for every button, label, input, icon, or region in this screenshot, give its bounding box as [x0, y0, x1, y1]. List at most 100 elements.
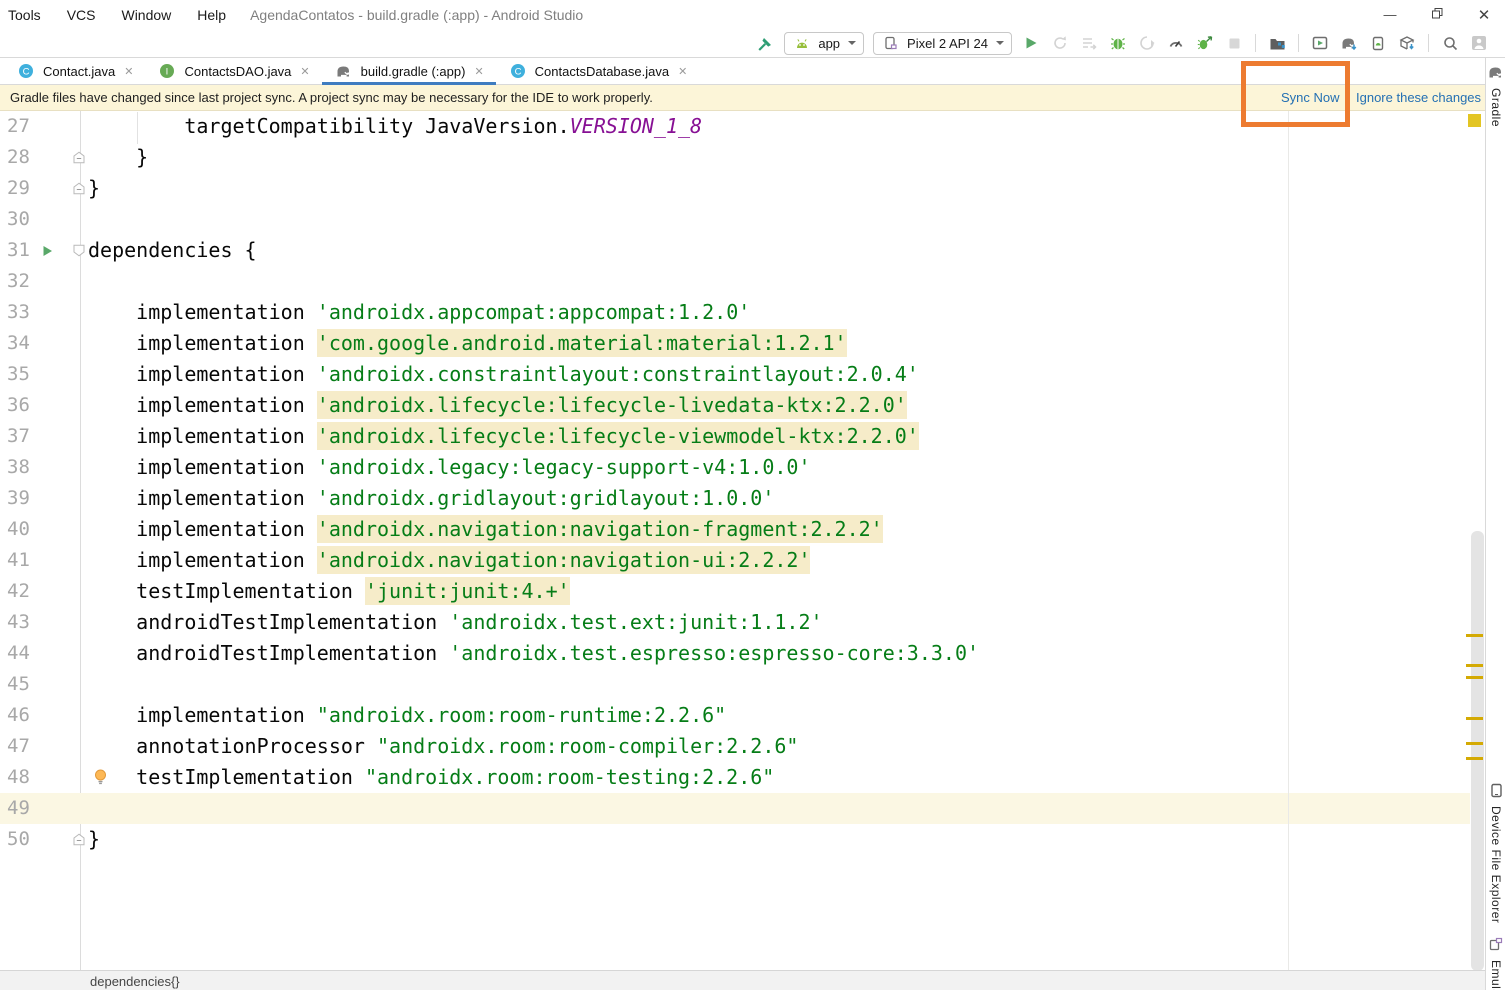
code-line[interactable]: 49	[0, 793, 1470, 824]
line-number[interactable]: 32	[7, 266, 30, 297]
tool-stripe-gradle[interactable]: Gradle	[1486, 62, 1505, 127]
tool-stripe-emulator[interactable]: Emulator	[1486, 934, 1505, 990]
code-line[interactable]: 40 implementation 'androidx.navigation:n…	[0, 514, 1470, 545]
fold-marker-icon[interactable]	[73, 244, 85, 262]
code-line[interactable]: 46 implementation "androidx.room:room-ru…	[0, 700, 1470, 731]
profile-gauge-icon[interactable]	[1166, 33, 1186, 53]
run-gutter-icon[interactable]	[42, 244, 53, 262]
code-line[interactable]: 42 testImplementation 'junit:junit:4.+'	[0, 576, 1470, 607]
tab-contact-java[interactable]: CContact.java✕	[4, 58, 145, 84]
tool-stripe-device-file-explorer[interactable]: Device File Explorer	[1486, 780, 1505, 923]
code-line[interactable]: 32	[0, 266, 1470, 297]
fold-marker-icon[interactable]	[73, 182, 85, 200]
code-line[interactable]: 39 implementation 'androidx.gridlayout:g…	[0, 483, 1470, 514]
code-text[interactable]: androidTestImplementation 'androidx.test…	[88, 607, 823, 638]
code-text[interactable]: annotationProcessor "androidx.room:room-…	[88, 731, 798, 762]
code-text[interactable]: dependencies {	[88, 235, 257, 266]
code-text[interactable]: androidTestImplementation 'androidx.test…	[88, 638, 979, 669]
fold-marker-icon[interactable]	[73, 833, 85, 851]
line-number[interactable]: 43	[7, 607, 30, 638]
code-line[interactable]: 41 implementation 'androidx.navigation:n…	[0, 545, 1470, 576]
line-number[interactable]: 45	[7, 669, 30, 700]
line-number[interactable]: 41	[7, 545, 30, 576]
code-text[interactable]: implementation 'androidx.lifecycle:lifec…	[88, 390, 907, 421]
code-text[interactable]: }	[88, 824, 100, 855]
line-number[interactable]: 44	[7, 638, 30, 669]
code-text[interactable]: implementation 'androidx.constraintlayou…	[88, 359, 919, 390]
avd-manager-icon[interactable]	[1310, 33, 1330, 53]
line-number[interactable]: 39	[7, 483, 30, 514]
code-text[interactable]: implementation 'com.google.android.mater…	[88, 328, 847, 359]
code-line[interactable]: 33 implementation 'androidx.appcompat:ap…	[0, 297, 1470, 328]
apply-code-changes-icon[interactable]	[1079, 33, 1099, 53]
code-line[interactable]: 35 implementation 'androidx.constraintla…	[0, 359, 1470, 390]
breadcrumb[interactable]: dependencies{}	[90, 974, 180, 989]
line-number[interactable]: 28	[7, 142, 30, 173]
menu-item-help[interactable]: Help	[197, 7, 226, 23]
apply-changes-icon[interactable]	[1050, 33, 1070, 53]
line-number[interactable]: 42	[7, 576, 30, 607]
code-text[interactable]: implementation 'androidx.navigation:navi…	[88, 545, 810, 576]
line-number[interactable]: 27	[7, 111, 30, 142]
code-line[interactable]: 37 implementation 'androidx.lifecycle:li…	[0, 421, 1470, 452]
retry-debugger-icon[interactable]	[1195, 33, 1215, 53]
line-number[interactable]: 37	[7, 421, 30, 452]
attach-profiler-icon[interactable]	[1137, 33, 1157, 53]
minimize-icon[interactable]: —	[1383, 7, 1397, 22]
line-number[interactable]: 33	[7, 297, 30, 328]
line-number[interactable]: 50	[7, 824, 30, 855]
close-icon[interactable]: ✕	[300, 65, 309, 78]
line-number[interactable]: 35	[7, 359, 30, 390]
menu-item-vcs[interactable]: VCS	[67, 7, 96, 23]
code-text[interactable]: implementation 'androidx.gridlayout:grid…	[88, 483, 774, 514]
code-line[interactable]: 50}	[0, 824, 1470, 855]
line-number[interactable]: 49	[7, 793, 30, 824]
code-line[interactable]: 47 annotationProcessor "androidx.room:ro…	[0, 731, 1470, 762]
line-number[interactable]: 48	[7, 762, 30, 793]
menu-item-tools[interactable]: Tools	[8, 7, 41, 23]
code-line[interactable]: 31 dependencies {	[0, 235, 1470, 266]
code-line[interactable]: 43 androidTestImplementation 'androidx.t…	[0, 607, 1470, 638]
code-editor[interactable]: 27 targetCompatibility JavaVersion.VERSI…	[0, 111, 1470, 855]
code-text[interactable]: implementation 'androidx.navigation:navi…	[88, 514, 883, 545]
code-text[interactable]: }	[88, 142, 148, 173]
restore-icon[interactable]	[1430, 7, 1444, 22]
profile-apk-folder-icon[interactable]	[1267, 33, 1287, 53]
code-line[interactable]: 44 androidTestImplementation 'androidx.t…	[0, 638, 1470, 669]
ignore-changes-link[interactable]: Ignore these changes	[1356, 90, 1481, 105]
inspection-status-square[interactable]	[1468, 114, 1481, 127]
tab-contactsdao-java[interactable]: IContactsDAO.java✕	[145, 58, 321, 84]
run-play-icon[interactable]	[1021, 33, 1041, 53]
profile-avatar-icon[interactable]	[1469, 33, 1489, 53]
code-line[interactable]: 36 implementation 'androidx.lifecycle:li…	[0, 390, 1470, 421]
code-line[interactable]: 34 implementation 'com.google.android.ma…	[0, 328, 1470, 359]
close-icon[interactable]: ✕	[124, 65, 133, 78]
code-line[interactable]: 38 implementation 'androidx.legacy:legac…	[0, 452, 1470, 483]
code-text[interactable]: }	[88, 173, 100, 204]
fold-marker-icon[interactable]	[73, 151, 85, 169]
code-line[interactable]: 29}	[0, 173, 1470, 204]
code-line[interactable]: 45	[0, 669, 1470, 700]
code-line[interactable]: 28 }	[0, 142, 1470, 173]
run-config-selector[interactable]: app	[784, 32, 864, 55]
code-line[interactable]: 30	[0, 204, 1470, 235]
device-selector[interactable]: Pixel 2 API 24	[873, 32, 1012, 55]
line-number[interactable]: 30	[7, 204, 30, 235]
tab-build-gradle-app-[interactable]: build.gradle (:app)✕	[322, 58, 496, 84]
code-text[interactable]: testImplementation "androidx.room:room-t…	[88, 762, 774, 793]
close-icon[interactable]: ✕	[1477, 6, 1491, 24]
editor-scrollbar[interactable]	[1471, 531, 1484, 971]
close-icon[interactable]: ✕	[474, 65, 483, 78]
line-number[interactable]: 47	[7, 731, 30, 762]
debug-bug-icon[interactable]	[1108, 33, 1128, 53]
code-text[interactable]: targetCompatibility JavaVersion.VERSION_…	[88, 111, 702, 142]
gradle-sync-icon[interactable]	[1339, 33, 1359, 53]
code-line[interactable]: 48 testImplementation "androidx.room:roo…	[0, 762, 1470, 793]
line-number[interactable]: 31	[7, 235, 30, 266]
build-hammer-icon[interactable]	[755, 33, 775, 53]
code-text[interactable]: implementation 'androidx.appcompat:appco…	[88, 297, 750, 328]
line-number[interactable]: 38	[7, 452, 30, 483]
menu-item-window[interactable]: Window	[121, 7, 171, 23]
line-number[interactable]: 46	[7, 700, 30, 731]
code-text[interactable]: implementation 'androidx.lifecycle:lifec…	[88, 421, 919, 452]
